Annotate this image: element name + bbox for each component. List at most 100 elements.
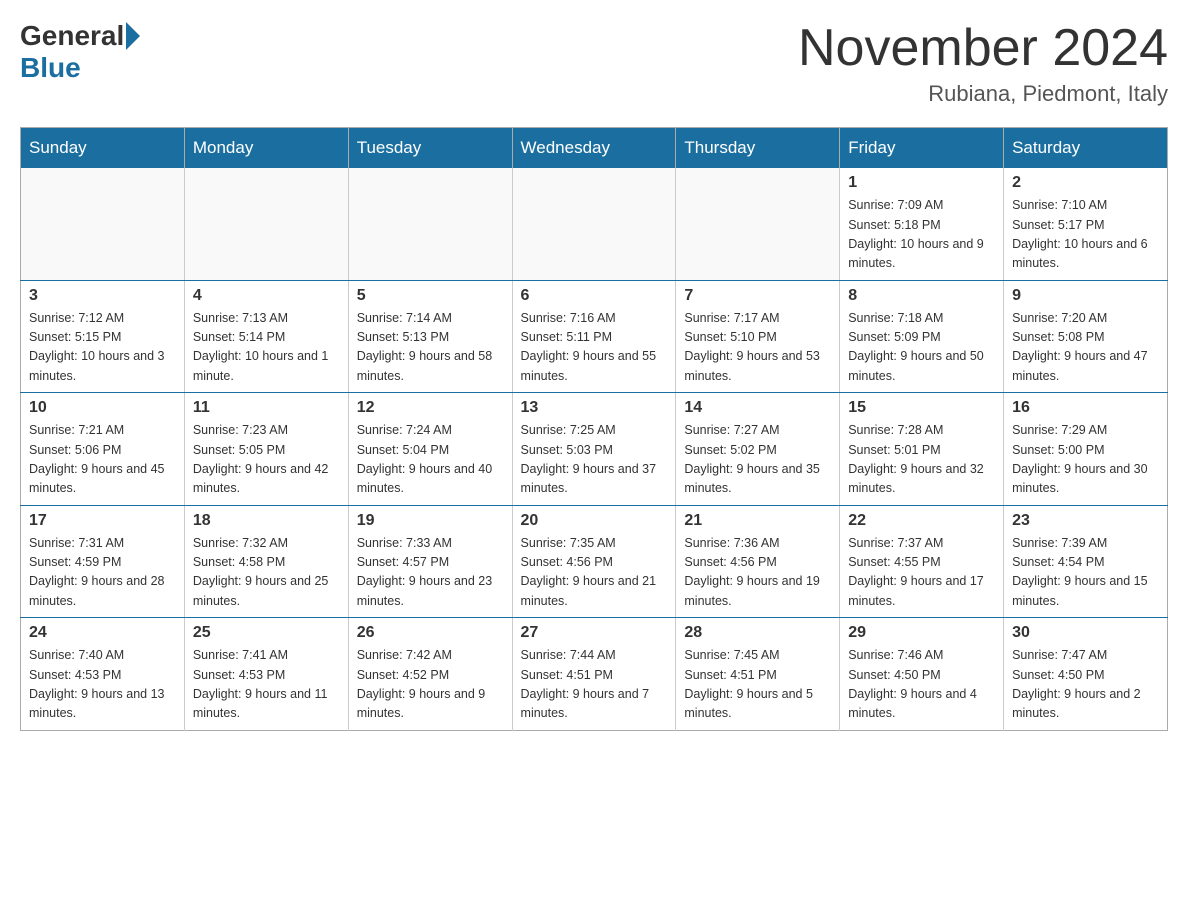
weekday-header-saturday: Saturday [1004,128,1168,169]
day-number: 1 [848,174,995,192]
day-number: 23 [1012,512,1159,530]
logo-arrow-icon [126,22,140,50]
day-number: 28 [684,624,831,642]
day-info: Sunrise: 7:47 AMSunset: 4:50 PMDaylight:… [1012,646,1159,724]
title-section: November 2024 Rubiana, Piedmont, Italy [798,20,1168,107]
calendar-cell: 4 Sunrise: 7:13 AMSunset: 5:14 PMDaylight… [184,280,348,393]
calendar-cell: 23Sunrise: 7:39 AMSunset: 4:54 PMDayligh… [1004,505,1168,618]
calendar-cell: 18 Sunrise: 7:32 AMSunset: 4:58 PMDayligh… [184,505,348,618]
calendar-cell: 27 Sunrise: 7:44 AMSunset: 4:51 PMDayligh… [512,618,676,731]
day-number: 7 [684,287,831,305]
calendar-cell: 10 Sunrise: 7:21 AMSunset: 5:06 PMDayligh… [21,393,185,506]
day-info: Sunrise: 7:13 AMSunset: 5:14 PMDaylight:… [193,309,340,387]
calendar-cell: 7 Sunrise: 7:17 AMSunset: 5:10 PMDaylight… [676,280,840,393]
day-info: Sunrise: 7:18 AMSunset: 5:09 PMDaylight:… [848,309,995,387]
calendar-cell: 1 Sunrise: 7:09 AMSunset: 5:18 PMDaylight… [840,168,1004,280]
day-number: 14 [684,399,831,417]
logo-blue-text: Blue [20,52,81,84]
day-number: 25 [193,624,340,642]
calendar-cell: 12Sunrise: 7:24 AMSunset: 5:04 PMDayligh… [348,393,512,506]
calendar-cell: 24 Sunrise: 7:40 AMSunset: 4:53 PMDayligh… [21,618,185,731]
day-info: Sunrise: 7:46 AMSunset: 4:50 PMDaylight:… [848,646,995,724]
calendar-cell: 14 Sunrise: 7:27 AMSunset: 5:02 PMDayligh… [676,393,840,506]
calendar-cell: 2Sunrise: 7:10 AMSunset: 5:17 PMDaylight… [1004,168,1168,280]
weekday-header-tuesday: Tuesday [348,128,512,169]
calendar-cell: 11Sunrise: 7:23 AMSunset: 5:05 PMDayligh… [184,393,348,506]
day-number: 8 [848,287,995,305]
day-info: Sunrise: 7:20 AMSunset: 5:08 PMDaylight:… [1012,309,1159,387]
day-info: Sunrise: 7:33 AMSunset: 4:57 PMDaylight:… [357,534,504,612]
day-info: Sunrise: 7:32 AMSunset: 4:58 PMDaylight:… [193,534,340,612]
day-number: 17 [29,512,176,530]
day-number: 3 [29,287,176,305]
day-number: 22 [848,512,995,530]
calendar-cell: 19 Sunrise: 7:33 AMSunset: 4:57 PMDayligh… [348,505,512,618]
calendar-week-1: 1 Sunrise: 7:09 AMSunset: 5:18 PMDaylight… [21,168,1168,280]
calendar-cell: 6 Sunrise: 7:16 AMSunset: 5:11 PMDaylight… [512,280,676,393]
logo: General Blue [20,20,142,84]
day-number: 29 [848,624,995,642]
weekday-header-friday: Friday [840,128,1004,169]
day-info: Sunrise: 7:14 AMSunset: 5:13 PMDaylight:… [357,309,504,387]
calendar-cell: 25Sunrise: 7:41 AMSunset: 4:53 PMDayligh… [184,618,348,731]
calendar-cell: 5Sunrise: 7:14 AMSunset: 5:13 PMDaylight… [348,280,512,393]
day-info: Sunrise: 7:36 AMSunset: 4:56 PMDaylight:… [684,534,831,612]
calendar-table: SundayMondayTuesdayWednesdayThursdayFrid… [20,127,1168,731]
day-number: 20 [521,512,668,530]
day-number: 30 [1012,624,1159,642]
day-info: Sunrise: 7:45 AMSunset: 4:51 PMDaylight:… [684,646,831,724]
day-number: 15 [848,399,995,417]
calendar-cell: 9 Sunrise: 7:20 AMSunset: 5:08 PMDaylight… [1004,280,1168,393]
day-number: 9 [1012,287,1159,305]
calendar-week-3: 10 Sunrise: 7:21 AMSunset: 5:06 PMDayligh… [21,393,1168,506]
calendar-cell: 15 Sunrise: 7:28 AMSunset: 5:01 PMDayligh… [840,393,1004,506]
calendar-cell: 8 Sunrise: 7:18 AMSunset: 5:09 PMDaylight… [840,280,1004,393]
day-info: Sunrise: 7:37 AMSunset: 4:55 PMDaylight:… [848,534,995,612]
day-info: Sunrise: 7:35 AMSunset: 4:56 PMDaylight:… [521,534,668,612]
calendar-cell [676,168,840,280]
day-number: 18 [193,512,340,530]
day-number: 4 [193,287,340,305]
calendar-body: 1 Sunrise: 7:09 AMSunset: 5:18 PMDaylight… [21,168,1168,730]
calendar-cell: 29 Sunrise: 7:46 AMSunset: 4:50 PMDayligh… [840,618,1004,731]
day-info: Sunrise: 7:27 AMSunset: 5:02 PMDaylight:… [684,421,831,499]
weekday-header-wednesday: Wednesday [512,128,676,169]
calendar-header-row: SundayMondayTuesdayWednesdayThursdayFrid… [21,128,1168,169]
calendar-cell: 30 Sunrise: 7:47 AMSunset: 4:50 PMDayligh… [1004,618,1168,731]
weekday-header-thursday: Thursday [676,128,840,169]
day-number: 19 [357,512,504,530]
day-info: Sunrise: 7:17 AMSunset: 5:10 PMDaylight:… [684,309,831,387]
calendar-cell: 17 Sunrise: 7:31 AMSunset: 4:59 PMDayligh… [21,505,185,618]
calendar-cell: 20 Sunrise: 7:35 AMSunset: 4:56 PMDayligh… [512,505,676,618]
calendar-week-4: 17 Sunrise: 7:31 AMSunset: 4:59 PMDayligh… [21,505,1168,618]
day-info: Sunrise: 7:21 AMSunset: 5:06 PMDaylight:… [29,421,176,499]
weekday-header-sunday: Sunday [21,128,185,169]
day-info: Sunrise: 7:31 AMSunset: 4:59 PMDaylight:… [29,534,176,612]
calendar-cell [348,168,512,280]
day-number: 10 [29,399,176,417]
day-number: 27 [521,624,668,642]
calendar-cell: 28 Sunrise: 7:45 AMSunset: 4:51 PMDayligh… [676,618,840,731]
calendar-cell [184,168,348,280]
day-number: 6 [521,287,668,305]
calendar-week-5: 24 Sunrise: 7:40 AMSunset: 4:53 PMDayligh… [21,618,1168,731]
day-number: 26 [357,624,504,642]
month-title: November 2024 [798,20,1168,77]
day-info: Sunrise: 7:42 AMSunset: 4:52 PMDaylight:… [357,646,504,724]
calendar-cell: 16Sunrise: 7:29 AMSunset: 5:00 PMDayligh… [1004,393,1168,506]
day-info: Sunrise: 7:28 AMSunset: 5:01 PMDaylight:… [848,421,995,499]
logo-general-text: General [20,20,124,52]
calendar-cell: 13Sunrise: 7:25 AMSunset: 5:03 PMDayligh… [512,393,676,506]
calendar-cell: 21 Sunrise: 7:36 AMSunset: 4:56 PMDayligh… [676,505,840,618]
day-info: Sunrise: 7:40 AMSunset: 4:53 PMDaylight:… [29,646,176,724]
page-header: General Blue November 2024 Rubiana, Pied… [20,20,1168,107]
calendar-week-2: 3Sunrise: 7:12 AMSunset: 5:15 PMDaylight… [21,280,1168,393]
location-subtitle: Rubiana, Piedmont, Italy [798,81,1168,107]
day-number: 21 [684,512,831,530]
day-number: 24 [29,624,176,642]
day-info: Sunrise: 7:44 AMSunset: 4:51 PMDaylight:… [521,646,668,724]
weekday-header-monday: Monday [184,128,348,169]
day-info: Sunrise: 7:16 AMSunset: 5:11 PMDaylight:… [521,309,668,387]
day-number: 13 [521,399,668,417]
day-info: Sunrise: 7:09 AMSunset: 5:18 PMDaylight:… [848,196,995,274]
